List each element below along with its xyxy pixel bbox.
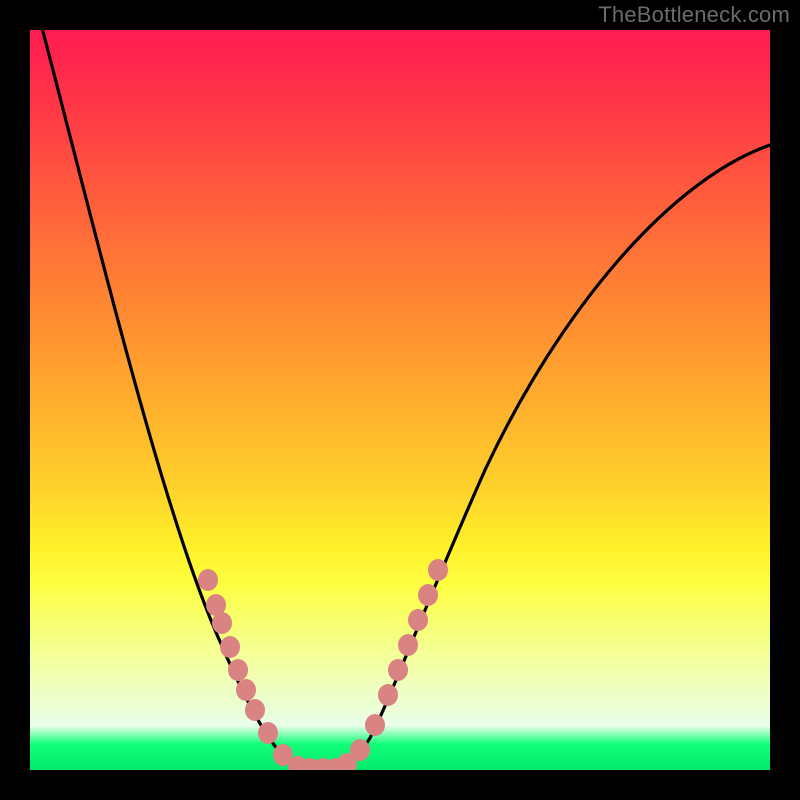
data-point <box>236 679 256 701</box>
data-point <box>398 634 418 656</box>
data-point <box>428 559 448 581</box>
plot-area <box>30 30 770 770</box>
data-point <box>245 699 265 721</box>
chart-frame: TheBottleneck.com <box>0 0 800 800</box>
curve-svg <box>30 30 770 770</box>
bottleneck-curve <box>40 30 770 770</box>
data-point <box>198 569 218 591</box>
data-point <box>388 659 408 681</box>
data-point <box>408 609 428 631</box>
curve-markers <box>198 559 448 770</box>
data-point <box>212 612 232 634</box>
data-point <box>220 636 240 658</box>
data-point <box>228 659 248 681</box>
data-point <box>378 684 398 706</box>
data-point <box>350 739 370 761</box>
watermark-text: TheBottleneck.com <box>598 2 790 28</box>
data-point <box>418 584 438 606</box>
data-point <box>258 722 278 744</box>
data-point <box>365 714 385 736</box>
